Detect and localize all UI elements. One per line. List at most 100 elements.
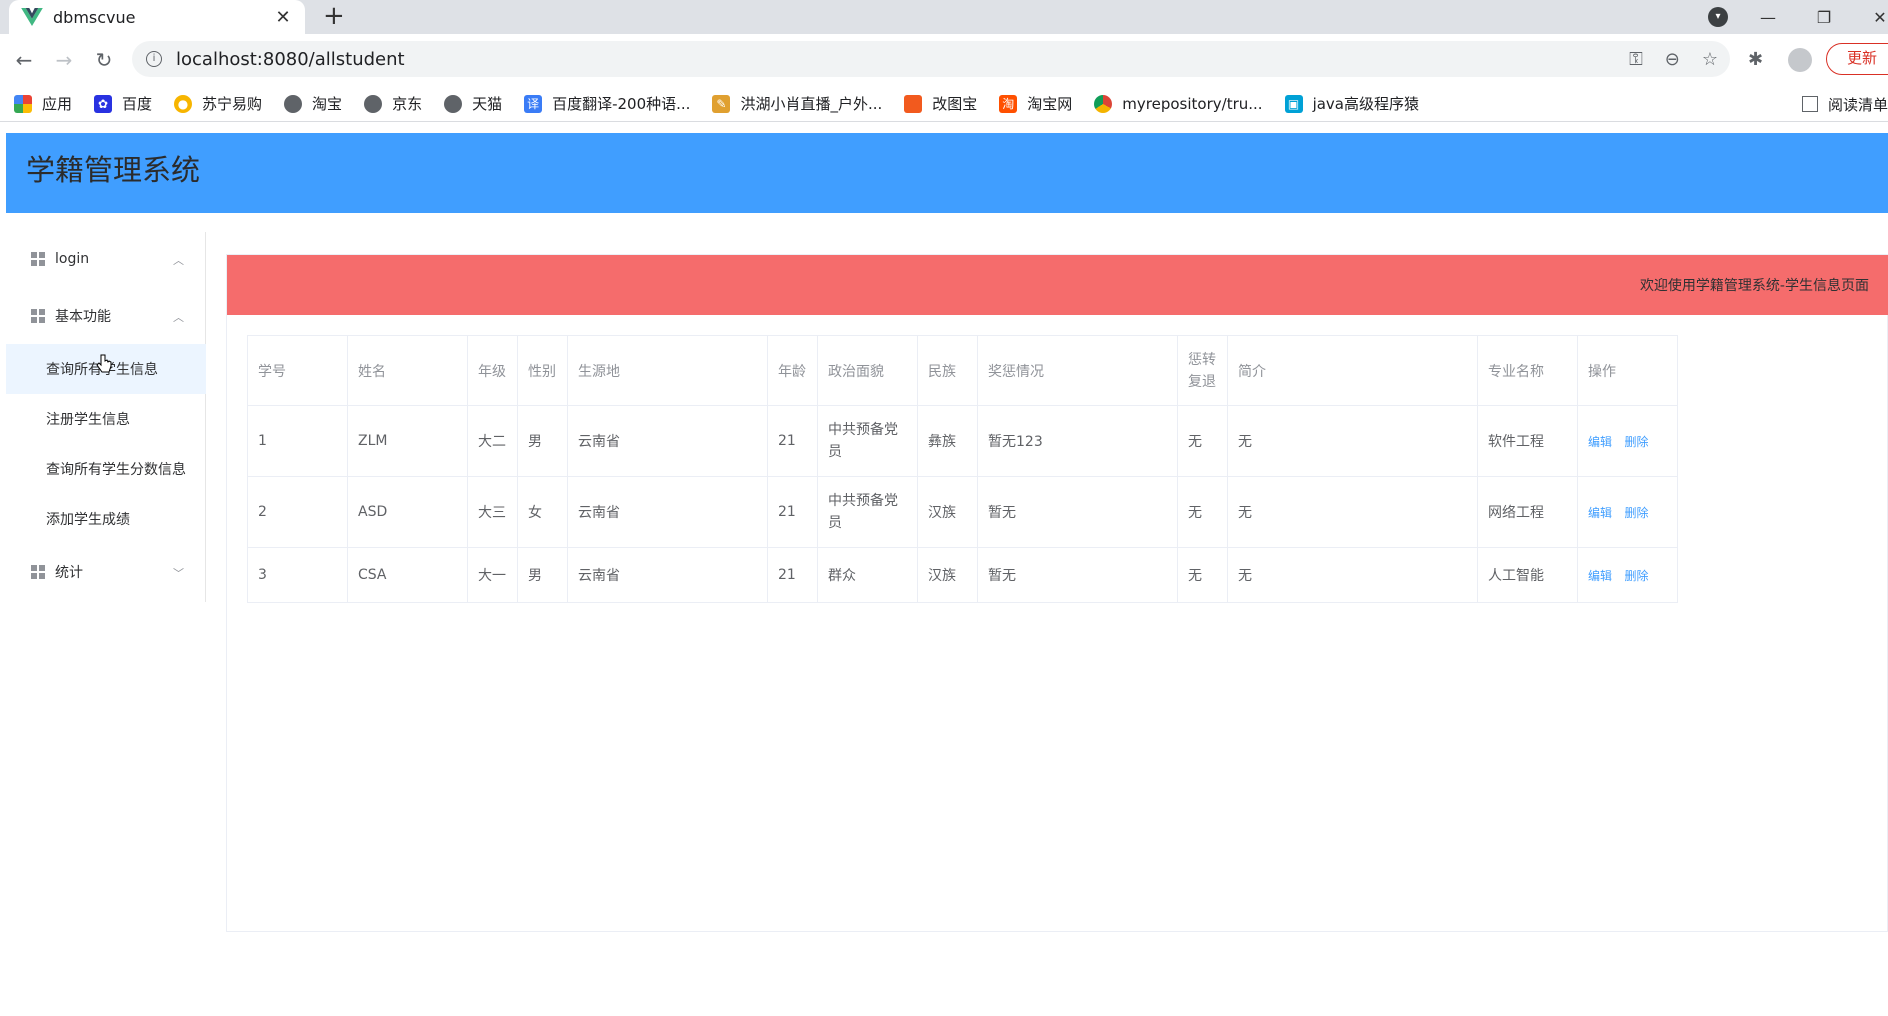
site-info-icon[interactable]: i (146, 51, 162, 67)
cell-name: CSA (347, 547, 468, 603)
url-text[interactable]: localhost:8080/allstudent (176, 49, 405, 70)
cell-empty (1678, 477, 1728, 548)
back-icon[interactable]: ← (10, 46, 38, 74)
key-icon[interactable]: ⚿ (1629, 49, 1643, 70)
cell-grade: 大三 (467, 476, 518, 548)
close-window-icon[interactable]: ✕ (1852, 8, 1888, 27)
table-header-row: 学号 姓名 年级 性别 生源地 年龄 政治面貌 民族 奖惩情况 惩转 复退 简介… (247, 335, 1728, 406)
cell-intro: 无 (1227, 476, 1478, 548)
update-button[interactable]: 更新 (1826, 43, 1888, 75)
app-header: 学籍管理系统 (6, 133, 1888, 213)
browser-tab-strip: dbmscvue ✕ + ▾ — ❐ ✕ (0, 0, 1888, 34)
minimize-icon[interactable]: — (1740, 8, 1796, 27)
menu-item-register-student[interactable]: 注册学生信息 (6, 394, 206, 444)
menu-group-basic[interactable]: 基本功能 ︿ (6, 293, 206, 339)
bilibili-icon: ▣ (1284, 94, 1303, 113)
cell-intro: 无 (1227, 547, 1478, 603)
chevron-up-icon: ︿ (173, 311, 184, 324)
column-header: 民族 (917, 335, 978, 406)
globe-icon (444, 94, 463, 113)
cell-ops: 编辑 删除 (1577, 405, 1678, 477)
grid-menu-icon (31, 252, 45, 266)
delete-link[interactable]: 删除 (1624, 569, 1648, 583)
table-row: 2 ASD 大三 女 云南省 21 中共预备党 员 汉族 暂无 无 无 网络工程… (247, 476, 1728, 548)
cell-award: 暂无 (977, 476, 1178, 548)
zoom-icon[interactable]: ⊖ (1665, 49, 1680, 70)
bookmark-item[interactable]: myrepository/tru... (1094, 94, 1263, 113)
bookmark-item[interactable]: 天猫 (444, 93, 502, 114)
column-header: 惩转 复退 (1177, 335, 1228, 406)
cell-name: ASD (347, 476, 468, 548)
hand-cursor-icon (96, 354, 112, 373)
feather-icon: ✎ (712, 94, 731, 113)
menu-group-login[interactable]: login ︿ (6, 236, 206, 282)
cell-age: 21 (767, 547, 818, 603)
grid-menu-icon (31, 565, 45, 579)
globe-icon (364, 94, 383, 113)
extensions-icon[interactable]: ✱ (1748, 49, 1763, 70)
student-table: 学号 姓名 年级 性别 生源地 年龄 政治面貌 民族 奖惩情况 惩转 复退 简介… (247, 335, 1728, 603)
bookmark-item[interactable]: ✎ 洪湖小肖直播_户外... (712, 93, 882, 114)
cell-id: 2 (247, 476, 348, 548)
welcome-banner: 欢迎使用学籍管理系统-学生信息页面 (227, 255, 1888, 315)
menu-item-all-scores[interactable]: 查询所有学生分数信息 (6, 444, 206, 494)
cell-award: 暂无123 (977, 405, 1178, 477)
cell-origin: 云南省 (567, 405, 768, 477)
main-content: 欢迎使用学籍管理系统-学生信息页面 学号 姓名 年级 性别 生源地 年龄 政治面… (226, 254, 1888, 932)
vue-logo-icon (21, 8, 43, 26)
column-header: 操作 (1577, 335, 1678, 406)
cell-award: 暂无 (977, 547, 1178, 603)
new-tab-icon[interactable]: + (323, 2, 345, 30)
cell-ops: 编辑 删除 (1577, 547, 1678, 603)
cell-id: 3 (247, 547, 348, 603)
bookmark-star-icon[interactable]: ☆ (1702, 49, 1718, 70)
cell-gender: 男 (517, 547, 568, 603)
tab-search-icon[interactable]: ▾ (1708, 7, 1728, 27)
column-header: 学号 (247, 335, 348, 406)
reading-list[interactable]: 阅读清单 (1801, 86, 1888, 122)
close-tab-icon[interactable]: ✕ (273, 7, 293, 28)
cell-age: 21 (767, 405, 818, 477)
table-row: 1 ZLM 大二 男 云南省 21 中共预备党 员 彝族 暂无123 无 无 软… (247, 405, 1728, 477)
restore-icon[interactable]: ❐ (1796, 8, 1852, 27)
bookmark-item[interactable]: 译 百度翻译-200种语... (524, 93, 690, 114)
cell-major: 软件工程 (1477, 405, 1578, 477)
edit-link[interactable]: 编辑 (1588, 435, 1612, 449)
cell-politics: 群众 (817, 547, 918, 603)
cell-gender: 女 (517, 476, 568, 548)
reading-list-icon (1801, 96, 1818, 112)
reload-icon[interactable]: ↻ (90, 46, 118, 74)
bookmark-item[interactable]: 改图宝 (904, 93, 977, 114)
forward-icon[interactable]: → (50, 46, 78, 74)
delete-link[interactable]: 删除 (1624, 435, 1648, 449)
translate-icon: 译 (524, 94, 543, 113)
edit-link[interactable]: 编辑 (1588, 506, 1612, 520)
delete-link[interactable]: 删除 (1624, 506, 1648, 520)
cell-intro: 无 (1227, 405, 1478, 477)
bookmark-item[interactable]: 淘宝 (284, 93, 342, 114)
bookmark-item[interactable]: ● 苏宁易购 (174, 93, 262, 114)
bookmark-item[interactable]: ✿ 百度 (94, 93, 152, 114)
url-bar[interactable]: i localhost:8080/allstudent ⚿ ⊖ ☆ (132, 41, 1730, 77)
cell-age: 21 (767, 476, 818, 548)
chevron-down-icon: ﹀ (173, 567, 184, 580)
column-header: 姓名 (347, 335, 468, 406)
menu-group-stats[interactable]: 统计 ﹀ (6, 549, 206, 595)
column-header: 奖惩情况 (977, 335, 1178, 406)
cell-politics: 中共预备党 员 (817, 476, 918, 548)
cell-major: 网络工程 (1477, 476, 1578, 548)
browser-tab[interactable]: dbmscvue ✕ (9, 0, 305, 34)
bookmark-item[interactable]: 京东 (364, 93, 422, 114)
baidu-paw-icon: ✿ (94, 94, 113, 113)
bookmark-item[interactable]: 应用 (14, 93, 72, 114)
profile-avatar-icon[interactable] (1788, 48, 1812, 72)
edit-link[interactable]: 编辑 (1588, 569, 1612, 583)
cell-grade: 大二 (467, 405, 518, 477)
bookmark-item[interactable]: 淘 淘宝网 (999, 93, 1072, 114)
bookmark-item[interactable]: ▣ java高级程序猿 (1284, 93, 1419, 114)
menu-item-add-score[interactable]: 添加学生成绩 (6, 494, 206, 544)
cell-name: ZLM (347, 405, 468, 477)
grid-menu-icon (31, 309, 45, 323)
address-toolbar: ← → ↻ i localhost:8080/allstudent ⚿ ⊖ ☆ … (0, 34, 1888, 86)
sidebar-menu: login ︿ 基本功能 ︿ 查询所有学生信息 注册学生信息 查询所有学生分数信… (6, 232, 206, 602)
